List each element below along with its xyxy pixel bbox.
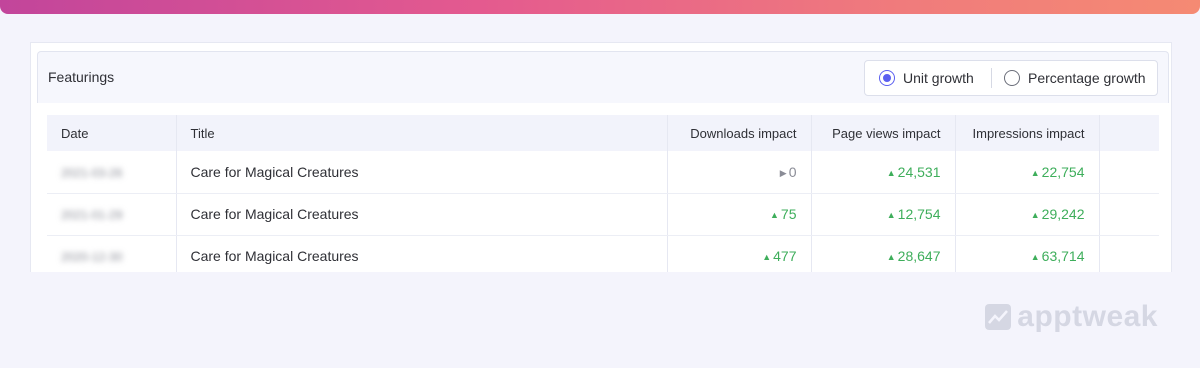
featurings-panel: Featurings Unit growth Percentage growth [30,42,1172,272]
apptweak-logo-icon [985,304,1012,330]
page-views-impact-cell: ▲ 28,647 [811,235,956,272]
column-header-downloads-impact[interactable]: Downloads impact [667,115,812,151]
impressions-impact-value: 63,714 [1041,248,1085,264]
title-cell: Care for Magical Creatures [176,235,668,272]
top-gradient-bar [0,0,1200,14]
triangle-up-icon: ▲ [1030,210,1040,220]
triangle-up-icon: ▲ [770,210,779,220]
percentage-growth-option[interactable]: Percentage growth [992,61,1146,95]
impressions-impact-value: 22,754 [1041,163,1085,180]
impressions-impact-value: 29,242 [1041,206,1085,222]
featurings-table-wrap: Date Title Downloads impact Page views i… [47,115,1159,272]
impressions-impact-cell: ▲ 63,714 [955,235,1100,272]
panel-title: Featurings [48,69,115,85]
percentage-growth-radio-icon[interactable] [1004,70,1020,86]
date-value: 2021-01-29 [61,208,123,222]
table-row[interactable]: 2021-01-29 Care for Magical Creatures ▲ 7… [47,193,1159,236]
unit-growth-radio-icon[interactable] [879,70,895,86]
column-header-title[interactable]: Title [176,115,668,151]
triangle-up-icon: ▲ [886,210,896,220]
date-cell: 2021-03-26 [47,151,177,194]
empty-cell [1099,235,1159,272]
page-views-impact-value: 28,647 [897,248,941,264]
impressions-impact-cell: ▲ 29,242 [955,193,1100,236]
brand-watermark: apptweak [985,300,1158,334]
growth-toggle-group: Unit growth Percentage growth [864,60,1158,96]
empty-cell [1099,193,1159,236]
page-views-impact-value: 12,754 [897,206,941,222]
downloads-impact-cell: ▲ 477 [667,235,812,272]
column-header-empty [1099,115,1159,151]
unit-growth-option[interactable]: Unit growth [865,61,991,95]
brand-text: apptweak [1017,300,1158,333]
triangle-up-icon: ▲ [1030,167,1040,178]
column-header-impressions-impact[interactable]: Impressions impact [955,115,1100,151]
date-value: 2020-12-30 [61,250,123,264]
triangle-up-icon: ▲ [886,167,896,178]
triangle-up-icon: ▲ [1030,252,1040,262]
triangle-up-icon: ▲ [886,252,896,262]
featurings-table: Date Title Downloads impact Page views i… [47,115,1159,272]
panel-header: Featurings Unit growth Percentage growth [37,51,1169,103]
percentage-growth-label: Percentage growth [1028,70,1146,86]
title-cell: Care for Magical Creatures [176,193,668,236]
downloads-impact-value: 75 [780,206,797,222]
page-views-impact-cell: ▲ 24,531 [811,151,956,194]
column-header-page-views-impact[interactable]: Page views impact [811,115,956,151]
column-header-date[interactable]: Date [47,115,177,151]
date-cell: 2021-01-29 [47,193,177,236]
downloads-impact-value: 0 [788,163,797,180]
date-value: 2021-03-26 [61,165,123,180]
table-row[interactable]: 2020-12-30 Care for Magical Creatures ▲ 4… [47,235,1159,272]
downloads-impact-cell: ▲ 75 [667,193,812,236]
page-views-impact-value: 24,531 [897,163,941,180]
impressions-impact-cell: ▲ 22,754 [955,151,1100,194]
unit-growth-label: Unit growth [903,70,974,86]
page-views-impact-cell: ▲ 12,754 [811,193,956,236]
triangle-up-icon: ▲ [762,252,772,262]
title-cell: Care for Magical Creatures [176,151,668,194]
downloads-impact-value: 477 [773,248,797,264]
table-row[interactable]: 2021-03-26 Care for Magical Creatures ▶ 0… [47,151,1159,194]
table-header-row: Date Title Downloads impact Page views i… [47,115,1159,151]
triangle-right-icon: ▶ [779,167,787,178]
downloads-impact-cell: ▶ 0 [667,151,812,194]
empty-cell [1099,151,1159,194]
date-cell: 2020-12-30 [47,235,177,272]
